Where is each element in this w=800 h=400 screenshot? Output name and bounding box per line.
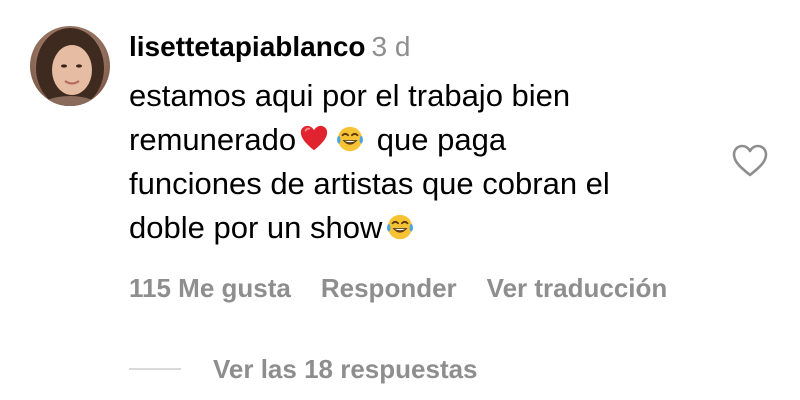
tears-of-joy-emoji	[385, 212, 415, 242]
likes-count[interactable]: 115 Me gusta	[129, 273, 291, 303]
tears-of-joy-emoji	[335, 124, 365, 154]
username[interactable]: lisettetapiablanco	[129, 31, 366, 62]
comment-line: doble por un show	[129, 206, 729, 250]
avatar[interactable]	[30, 26, 110, 106]
view-replies-label: Ver las 18 respuestas	[213, 354, 478, 384]
replies-divider	[129, 368, 181, 370]
translate-button[interactable]: Ver traducción	[487, 273, 668, 303]
comment-actions: 115 Me gusta Responder Ver traducción	[129, 271, 667, 305]
comment-line: remunerado que paga	[129, 118, 729, 162]
comment-line-text: doble por un show	[129, 210, 383, 245]
red-heart-emoji	[299, 124, 329, 154]
comment-line-text: que paga	[376, 122, 507, 157]
avatar-image	[30, 26, 110, 106]
timestamp[interactable]: 3 d	[372, 31, 411, 62]
comment-line: funciones de artistas que cobran el	[129, 166, 610, 201]
comment-text: estamos aqui por el trabajo bien remuner…	[129, 74, 729, 250]
comment-header: lisettetapiablanco 3 d	[129, 30, 410, 64]
view-replies-button[interactable]: Ver las 18 respuestas	[129, 352, 478, 386]
comment: lisettetapiablanco 3 d estamos aqui por e…	[0, 0, 800, 400]
reply-button[interactable]: Responder	[321, 273, 457, 303]
comment-line: estamos aqui por el trabajo bien	[129, 78, 571, 113]
comment-line-text: remunerado	[129, 122, 297, 157]
heart-outline-icon[interactable]	[731, 143, 769, 179]
